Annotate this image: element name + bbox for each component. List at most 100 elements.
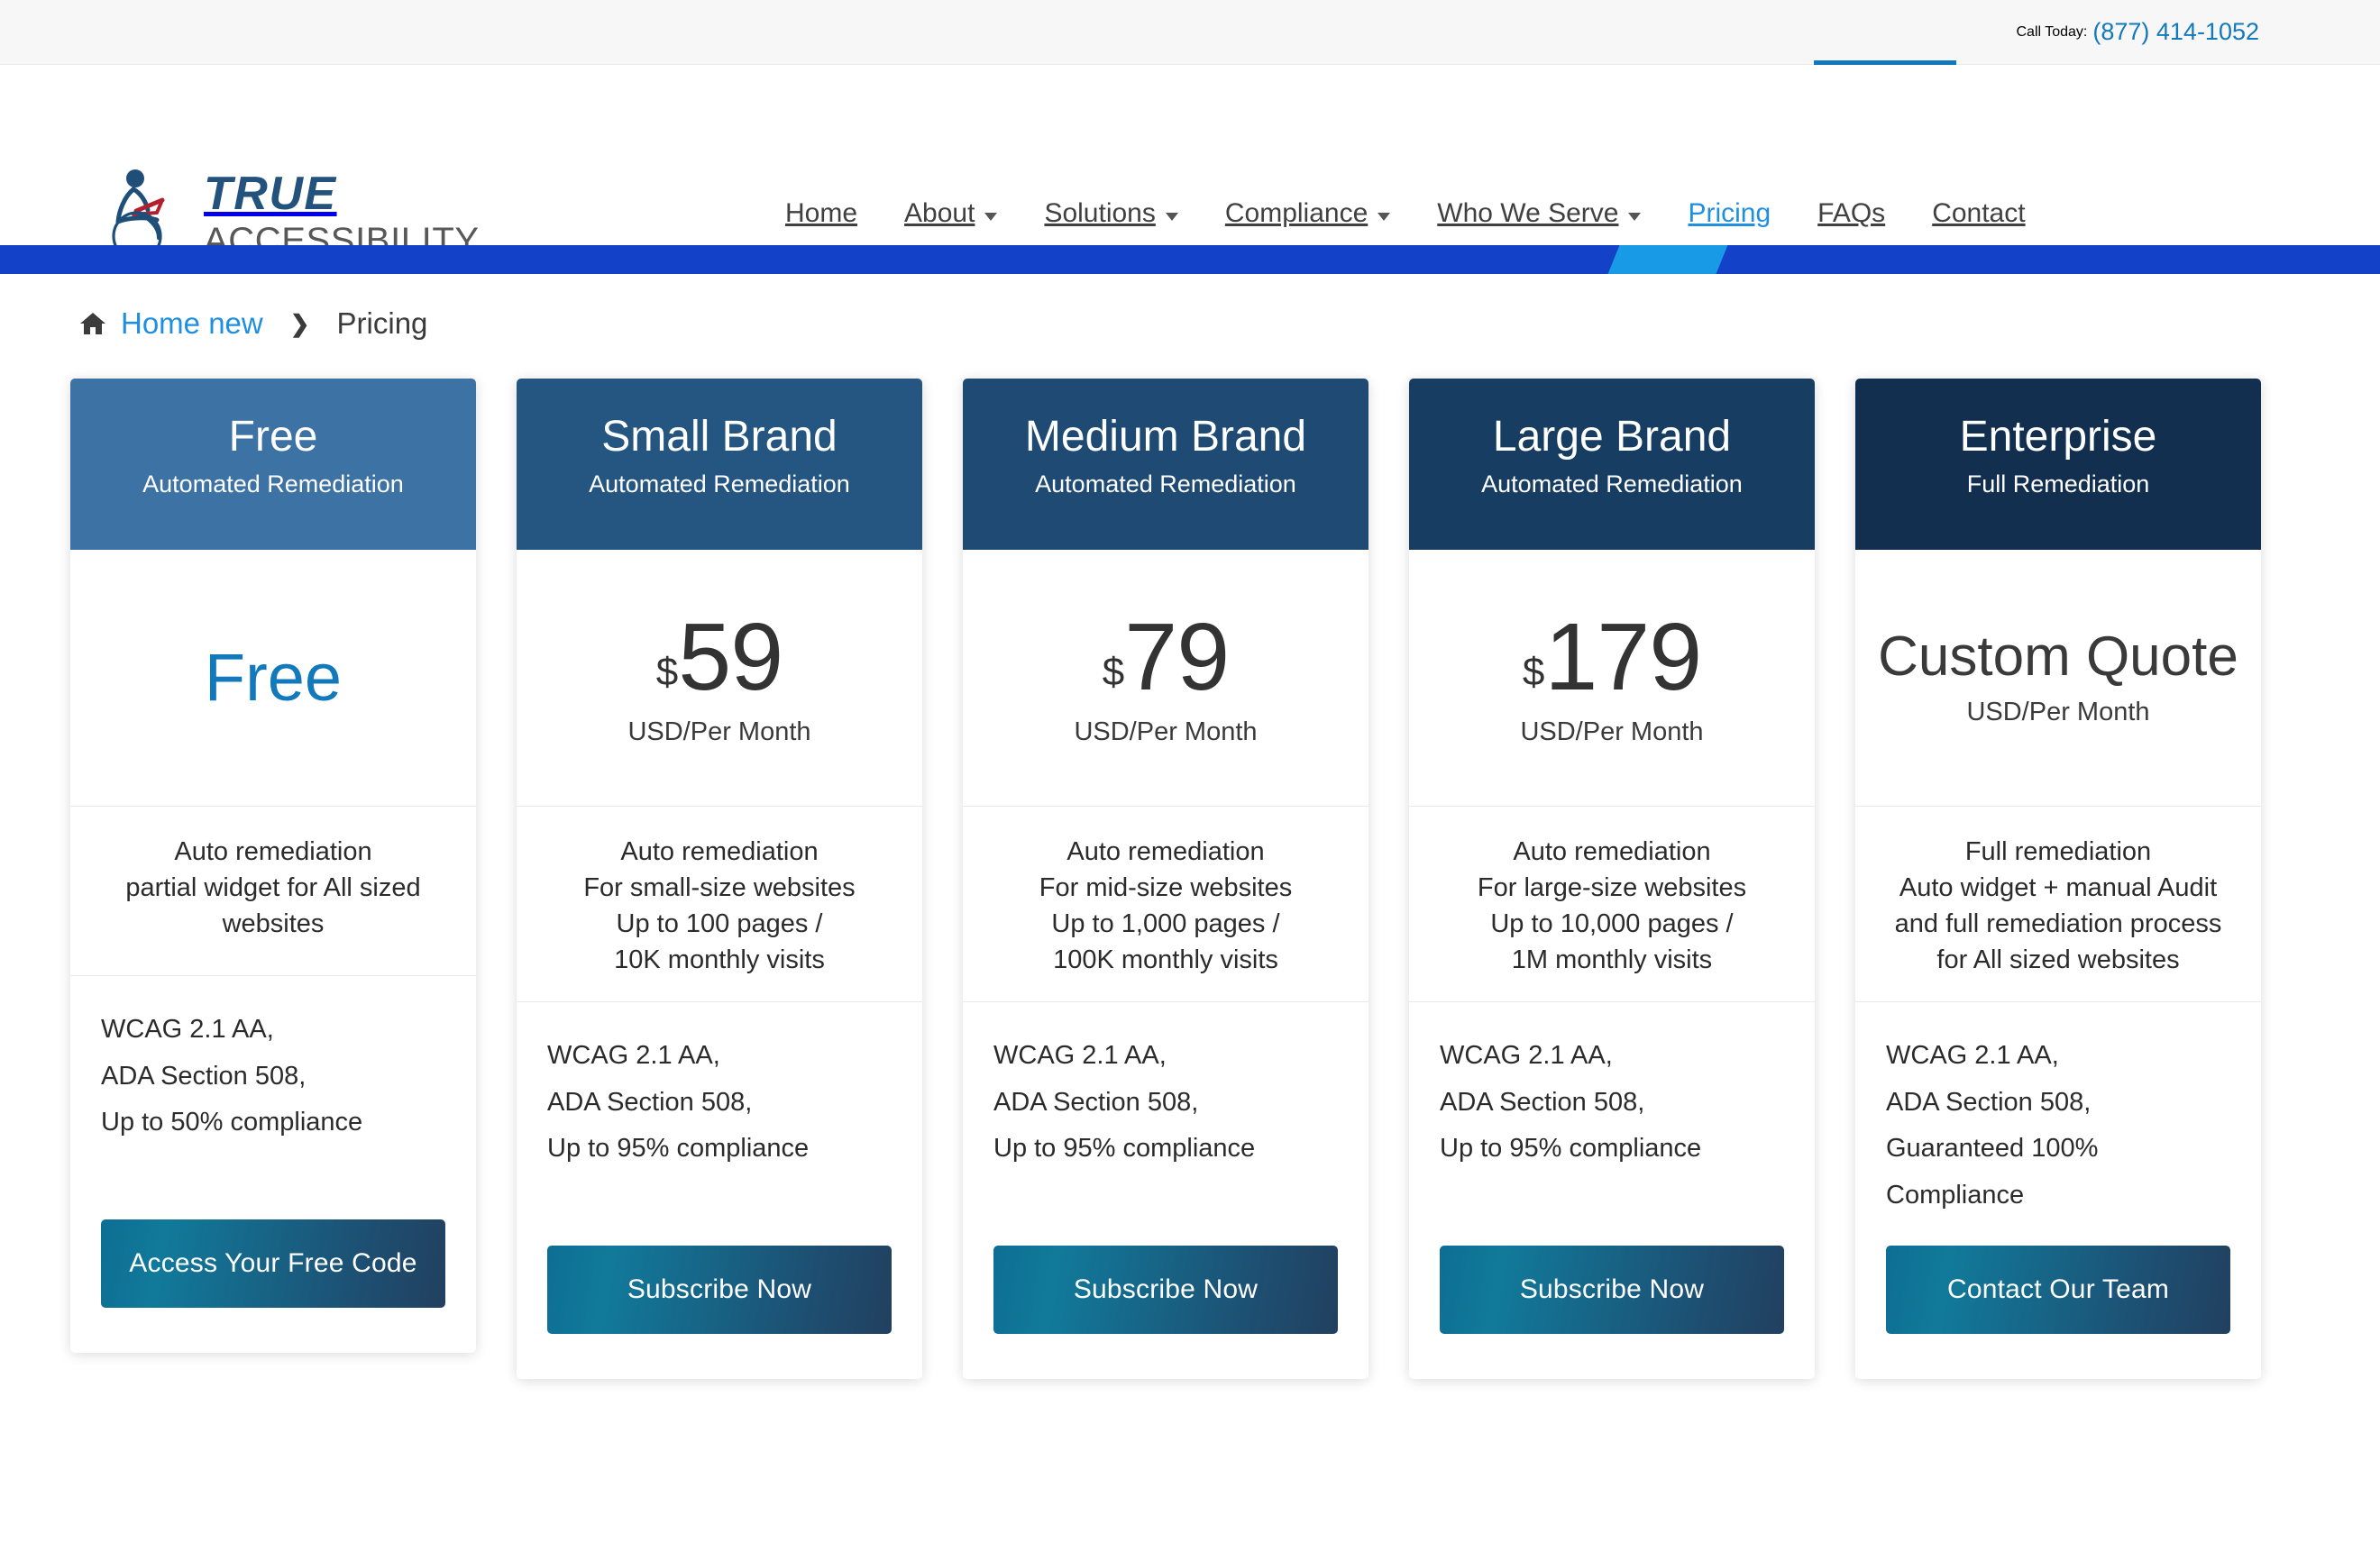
- plan-price-block: Custom Quote USD/Per Month: [1855, 550, 2261, 807]
- plan-description-line: Auto widget + manual Audit: [1899, 873, 2218, 903]
- plan-price-amount: Free: [204, 640, 343, 715]
- nav-item-home[interactable]: Home: [762, 198, 881, 229]
- plan-cta-button[interactable]: Subscribe Now: [547, 1246, 892, 1335]
- breadcrumb-bar: Home new ❯ Pricing: [0, 274, 2380, 373]
- plan-price-row: Free: [205, 644, 342, 711]
- plan-price-unit: USD/Per Month: [1074, 717, 1258, 746]
- plan-price-amount: 59: [678, 603, 783, 710]
- nav-item-faqs[interactable]: FAQs: [1794, 198, 1909, 229]
- plan-compliance-spec: WCAG 2.1 AA, ADA Section 508, Up to 50% co…: [70, 976, 476, 1219]
- nav-item-label: Contact: [1932, 198, 2026, 228]
- pricing-card: Enterprise Full Remediation Custom Quote US…: [1855, 379, 2261, 1380]
- plan-cta-button[interactable]: Contact Our Team: [1886, 1246, 2230, 1335]
- plan-description-line: For small-size websites: [583, 873, 856, 903]
- plan-spec-line: ADA Section 508,: [547, 1087, 753, 1117]
- plan-description-line: Auto remediation: [174, 837, 372, 866]
- plan-price-unit: USD/Per Month: [1966, 697, 2150, 726]
- plan-cta-wrap: Subscribe Now: [1409, 1246, 1815, 1379]
- plan-price-block: Free: [70, 550, 476, 807]
- plan-subtitle: Automated Remediation: [142, 470, 404, 498]
- plan-description: Auto remediation For mid-size websites Up …: [963, 807, 1368, 1003]
- plan-compliance-spec: WCAG 2.1 AA, ADA Section 508, Up to 95% co…: [1409, 1002, 1815, 1246]
- nav-item-label: Compliance: [1224, 198, 1368, 228]
- plan-description-line: and full remediation process: [1894, 909, 2222, 939]
- plan-price-unit: USD/Per Month: [627, 717, 811, 746]
- plan-compliance-spec: WCAG 2.1 AA, ADA Section 508, Guaranteed 1…: [1855, 1002, 2261, 1246]
- nav-item-label: Solutions: [1044, 198, 1156, 228]
- plan-cta-wrap: Contact Our Team: [1855, 1246, 2261, 1379]
- nav-item-pricing[interactable]: Pricing: [1664, 198, 1794, 229]
- nav-item-compliance[interactable]: Compliance: [1202, 198, 1414, 229]
- plan-title: Small Brand: [601, 413, 838, 461]
- breadcrumb-home-link[interactable]: Home new: [121, 306, 263, 341]
- header-color-stripe: [0, 245, 2380, 274]
- plan-price-amount: 179: [1544, 603, 1702, 710]
- plan-description-line: Up to 1,000 pages /: [1051, 909, 1280, 939]
- plan-description-line: Up to 10,000 pages /: [1490, 909, 1734, 939]
- plan-spec-line: ADA Section 508,: [993, 1087, 1199, 1117]
- plan-description-line: Up to 100 pages /: [616, 909, 823, 939]
- plan-cta-button[interactable]: Access Your Free Code: [101, 1219, 445, 1308]
- chevron-down-icon: [1628, 212, 1642, 221]
- plan-spec-line: ADA Section 508,: [1440, 1087, 1645, 1117]
- pricing-card-header: Enterprise Full Remediation: [1855, 379, 2261, 550]
- plan-cta-button[interactable]: Subscribe Now: [993, 1246, 1338, 1335]
- main-navigation: Home About Solutions Compliance Who We Serve…: [762, 198, 2049, 229]
- plan-spec-line: Compliance: [1886, 1180, 2025, 1210]
- pricing-card-header: Large Brand Automated Remediation: [1409, 379, 1815, 550]
- plan-description-line: Auto remediation: [1513, 837, 1711, 866]
- plan-spec-line: WCAG 2.1 AA,: [101, 1015, 274, 1044]
- plan-currency-symbol: $: [1102, 649, 1125, 694]
- plan-price-amount: Custom Quote: [1878, 625, 2238, 688]
- pricing-card-header: Medium Brand Automated Remediation: [963, 379, 1368, 550]
- nav-item-contact[interactable]: Contact: [1909, 198, 2048, 229]
- plan-spec-line: WCAG 2.1 AA,: [993, 1041, 1167, 1071]
- pricing-card: Medium Brand Automated Remediation $79 USD/…: [963, 379, 1368, 1380]
- plan-price-row: $79: [1102, 609, 1230, 705]
- plan-spec-line: WCAG 2.1 AA,: [1886, 1041, 2059, 1071]
- nav-item-label: Pricing: [1688, 198, 1771, 228]
- plan-spec-line: Up to 95% compliance: [993, 1134, 1256, 1164]
- logo-text-true: TRUE: [204, 168, 337, 220]
- plan-subtitle: Automated Remediation: [589, 470, 850, 498]
- breadcrumb-separator-icon: ❯: [289, 309, 310, 337]
- plan-subtitle: Automated Remediation: [1035, 470, 1296, 498]
- nav-item-label: FAQs: [1817, 198, 1886, 228]
- plan-description: Auto remediation For large-size websites U…: [1409, 807, 1815, 1003]
- phone-link[interactable]: (877) 414-1052: [2092, 18, 2259, 46]
- plan-cta-wrap: Subscribe Now: [963, 1246, 1368, 1379]
- plan-description-line: 1M monthly visits: [1511, 945, 1713, 975]
- stripe-accent-shape: [1607, 245, 1728, 274]
- plan-description-line: For mid-size websites: [1039, 873, 1293, 903]
- plan-subtitle: Automated Remediation: [1481, 470, 1743, 498]
- nav-item-solutions[interactable]: Solutions: [1021, 198, 1201, 229]
- chevron-down-icon: [984, 212, 998, 221]
- plan-cta-button[interactable]: Subscribe Now: [1440, 1246, 1784, 1335]
- plan-description-line: For large-size websites: [1477, 873, 1747, 903]
- plan-description: Auto remediation partial widget for All s…: [70, 807, 476, 976]
- plan-spec-line: Up to 95% compliance: [547, 1134, 810, 1164]
- plan-description: Auto remediation For small-size websites U…: [517, 807, 922, 1003]
- pricing-card-grid: Free Automated Remediation Free Auto remedi…: [0, 373, 2380, 1380]
- plan-price-row: Custom Quote: [1878, 625, 2238, 688]
- plan-description-line: 10K monthly visits: [614, 945, 825, 975]
- plan-spec-line: Guaranteed 100%: [1886, 1134, 2099, 1164]
- plan-spec-line: ADA Section 508,: [101, 1061, 307, 1091]
- plan-price-row: $179: [1523, 603, 1702, 710]
- nav-item-who-we-serve[interactable]: Who We Serve: [1414, 198, 1664, 229]
- site-header: TRUE ACCESSIBILITY Home About Solutions Com…: [0, 65, 2380, 261]
- plan-spec-line: ADA Section 508,: [1886, 1087, 2092, 1117]
- plan-title: Enterprise: [1959, 413, 2157, 461]
- plan-description-line: Auto remediation: [1066, 837, 1265, 866]
- plan-price-row: $59: [656, 609, 783, 705]
- nav-item-label: About: [904, 198, 975, 228]
- plan-description-line: Full remediation: [1964, 837, 2152, 866]
- nav-item-about[interactable]: About: [881, 198, 1021, 229]
- plan-compliance-spec: WCAG 2.1 AA, ADA Section 508, Up to 95% co…: [517, 1002, 922, 1246]
- nav-item-label: Who We Serve: [1437, 198, 1619, 228]
- pricing-card: Small Brand Automated Remediation $59 USD/P…: [517, 379, 922, 1380]
- pricing-card-header: Free Automated Remediation: [70, 379, 476, 550]
- plan-subtitle: Full Remediation: [1966, 470, 2150, 498]
- breadcrumb: Home new ❯ Pricing: [79, 306, 427, 341]
- nav-item-label: Home: [785, 198, 858, 228]
